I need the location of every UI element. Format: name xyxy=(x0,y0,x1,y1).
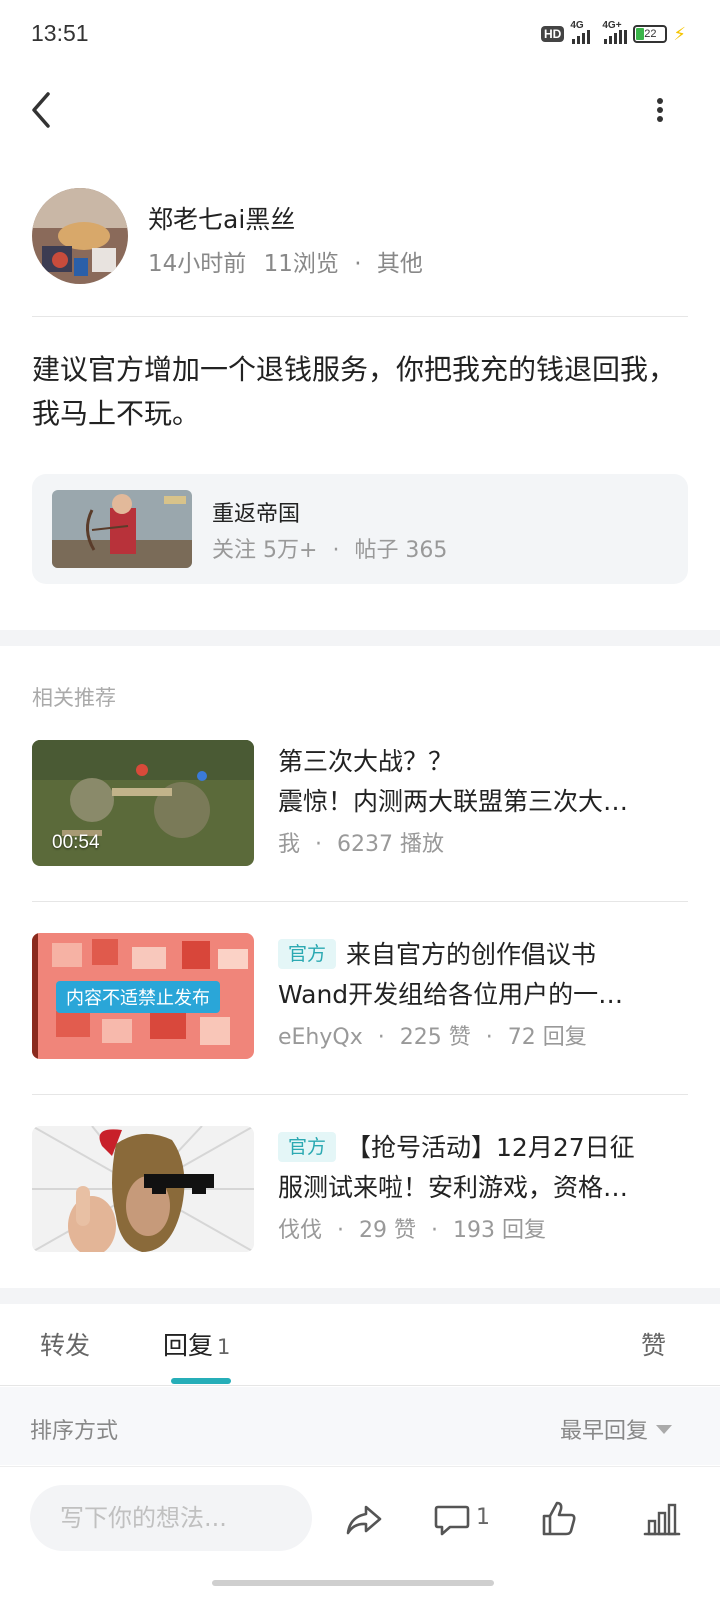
recommendation-title: 官方 【抢号活动】12月27日征 xyxy=(278,1128,688,1168)
game-card[interactable]: 重返帝国 关注 5万+ · 帖子 365 xyxy=(32,474,688,584)
home-indicator[interactable] xyxy=(212,1580,494,1586)
more-options-icon[interactable] xyxy=(650,92,670,128)
official-tag: 官方 xyxy=(278,939,337,969)
comment-input[interactable]: 写下你的想法... xyxy=(30,1485,312,1551)
recommendation-plays: 6237 播放 xyxy=(337,832,444,857)
recommendation-text: 官方 【抢号活动】12月27日征 服测试来啦！安利游戏，资格… 伐伐 · 29 赞… xyxy=(278,1128,688,1244)
comment-icon[interactable] xyxy=(432,1499,472,1539)
bottom-action-bar: 写下你的想法... 1 xyxy=(0,1466,720,1600)
section-gap xyxy=(0,1288,720,1304)
top-bar xyxy=(0,78,720,142)
recommendation-meta: 我 · 6237 播放 xyxy=(278,826,688,858)
official-tag: 官方 xyxy=(278,1132,337,1162)
sort-dropdown[interactable]: 最早回复 xyxy=(560,1413,672,1445)
recommendations-title: 相关推荐 xyxy=(32,686,116,710)
post-category: 其他 xyxy=(376,251,423,277)
meta-separator: · xyxy=(337,1218,345,1243)
recommendation-author: eEhyQx xyxy=(278,1025,363,1050)
reply-count: 1 xyxy=(217,1335,231,1359)
blurred-thumbnail: 内容不适禁止发布 xyxy=(32,933,254,1059)
recommendation-text: 官方 来自官方的创作倡议书 Wand开发组给各位用户的一… eEhyQx · 22… xyxy=(278,935,688,1051)
recommendation-meta: eEhyQx · 225 赞 · 72 回复 xyxy=(278,1019,688,1051)
tab-like[interactable]: 赞 xyxy=(641,1326,666,1362)
game-stats: 关注 5万+ · 帖子 365 xyxy=(212,532,447,564)
status-bar: 13:51 HD 4G 4G+ 22 ⚡ xyxy=(0,0,720,66)
caret-down-icon xyxy=(656,1424,672,1434)
meta-separator: · xyxy=(315,832,323,857)
recommendation-replies: 193 回复 xyxy=(453,1218,547,1243)
recommendation-replies: 72 回复 xyxy=(507,1025,587,1050)
post-meta: 14小时前 11浏览 · 其他 xyxy=(148,244,423,278)
signal-icon: 4G xyxy=(570,20,591,44)
content-banned-label: 内容不适禁止发布 xyxy=(56,981,220,1013)
charging-icon: ⚡ xyxy=(673,23,686,45)
divider xyxy=(0,1385,720,1386)
recommendation-subtitle: 服测试来啦！安利游戏，资格… xyxy=(278,1173,629,1202)
recommendation-item[interactable]: 00:54 第三次大战？？ 震惊！内测两大联盟第三次大… 我 · 6237 播放 xyxy=(32,740,688,866)
comment-count: 1 xyxy=(476,1505,490,1530)
battery-icon: 22 xyxy=(633,25,668,43)
recommendation-item[interactable]: 官方 【抢号活动】12月27日征 服测试来啦！安利游戏，资格… 伐伐 · 29 赞… xyxy=(32,1126,688,1252)
tab-reply[interactable]: 回复 1 xyxy=(163,1326,230,1362)
sort-row: 排序方式 最早回复 xyxy=(0,1387,720,1465)
stats-icon[interactable] xyxy=(642,1499,682,1539)
divider xyxy=(32,901,688,902)
recommendation-subtitle: 震惊！内测两大联盟第三次大… xyxy=(278,787,629,816)
meta-separator: · xyxy=(377,1025,385,1050)
video-thumbnail: 00:54 xyxy=(32,740,254,866)
meta-separator: · xyxy=(354,251,362,277)
share-icon[interactable] xyxy=(344,1499,384,1539)
divider xyxy=(32,1094,688,1095)
status-icons: HD 4G 4G+ 22 ⚡ xyxy=(541,20,686,46)
comment-tabs: 转发 回复 1 赞 xyxy=(0,1304,720,1386)
meta-separator: · xyxy=(332,538,340,563)
video-duration: 00:54 xyxy=(52,832,100,853)
author-header: 郑老七ai黑丝 14小时前 11浏览 · 其他 xyxy=(32,188,688,284)
divider xyxy=(32,316,688,317)
section-gap xyxy=(0,630,720,646)
recommendation-title: 第三次大战？？ xyxy=(278,747,454,776)
recommendation-likes: 225 赞 xyxy=(399,1025,471,1050)
post-body: 建议官方增加一个退钱服务，你把我充的钱退回我，我马上不玩。 xyxy=(32,353,677,430)
hd-icon: HD xyxy=(541,26,565,42)
sort-label: 排序方式 xyxy=(30,1419,119,1444)
game-followers: 关注 5万+ xyxy=(212,538,318,563)
recommendation-title: 官方 来自官方的创作倡议书 xyxy=(278,935,688,975)
signal-icon-2: 4G+ xyxy=(602,20,628,44)
like-icon[interactable] xyxy=(538,1499,578,1539)
meme-thumbnail xyxy=(32,1126,254,1252)
sort-value: 最早回复 xyxy=(559,1419,648,1444)
recommendation-item[interactable]: 内容不适禁止发布 官方 来自官方的创作倡议书 Wand开发组给各位用户的一… eE… xyxy=(32,933,688,1059)
game-thumbnail xyxy=(52,490,192,568)
author-name[interactable]: 郑老七ai黑丝 xyxy=(148,200,295,236)
recommendation-author: 伐伐 xyxy=(278,1218,323,1243)
recommendation-text: 第三次大战？？ 震惊！内测两大联盟第三次大… 我 · 6237 播放 xyxy=(278,742,688,858)
game-name: 重返帝国 xyxy=(212,502,301,527)
tab-indicator xyxy=(171,1378,231,1384)
meta-separator: · xyxy=(485,1025,493,1050)
status-time: 13:51 xyxy=(31,20,89,46)
back-icon[interactable] xyxy=(26,88,62,132)
meta-separator: · xyxy=(431,1218,439,1243)
recommendation-subtitle: Wand开发组给各位用户的一… xyxy=(278,980,624,1009)
tab-forward[interactable]: 转发 xyxy=(40,1326,90,1362)
post-views: 11浏览 xyxy=(263,251,339,277)
avatar[interactable] xyxy=(32,188,128,284)
recommendation-author: 我 xyxy=(278,832,301,857)
recommendation-likes: 29 赞 xyxy=(359,1218,417,1243)
post-time: 14小时前 xyxy=(148,251,247,277)
recommendation-meta: 伐伐 · 29 赞 · 193 回复 xyxy=(278,1212,688,1244)
game-posts: 帖子 365 xyxy=(354,538,448,563)
